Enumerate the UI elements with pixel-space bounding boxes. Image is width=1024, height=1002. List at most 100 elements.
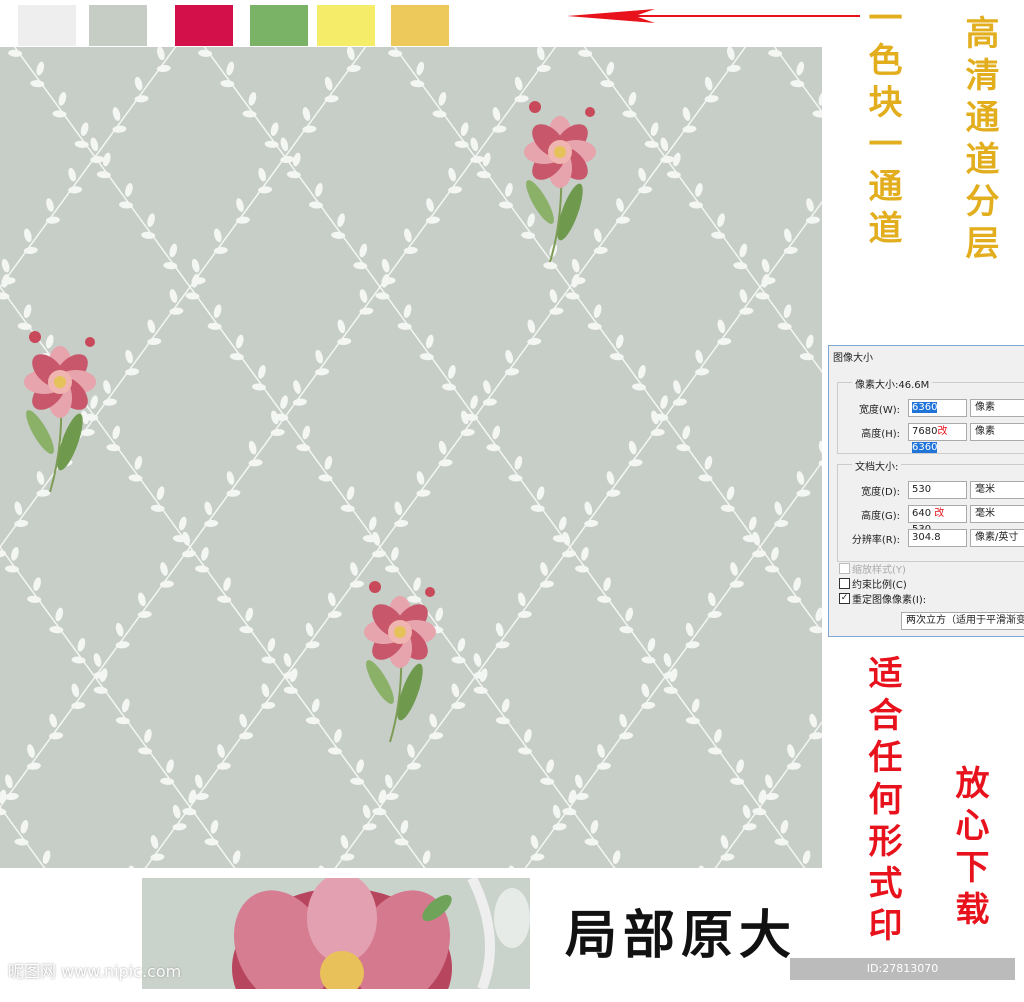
constrain-proportions-checkbox[interactable]: 约束比例(C) xyxy=(839,576,907,591)
leaf xyxy=(125,368,140,376)
leaf xyxy=(736,759,744,773)
leaf xyxy=(346,64,361,73)
leaf xyxy=(93,686,108,694)
leaf xyxy=(27,744,35,758)
leaf xyxy=(55,607,64,622)
leaf xyxy=(682,125,697,133)
flower-leaf xyxy=(526,180,554,224)
leaf xyxy=(359,289,368,303)
leaf xyxy=(606,489,621,497)
vine-line xyxy=(0,545,286,938)
leaf xyxy=(492,425,501,440)
leaf xyxy=(562,550,577,558)
leaf xyxy=(36,471,45,485)
leaf xyxy=(280,137,289,152)
leaf xyxy=(514,95,529,103)
leaf xyxy=(587,322,602,330)
stamen xyxy=(554,146,566,158)
resolution-input[interactable]: 304.8 xyxy=(908,529,967,547)
leaf xyxy=(593,228,602,243)
leaf xyxy=(726,486,735,500)
leaf xyxy=(593,304,602,318)
leaf xyxy=(286,171,301,179)
leaf xyxy=(166,759,174,773)
leaf xyxy=(45,216,60,224)
leaf xyxy=(726,64,741,73)
leaf xyxy=(194,774,203,789)
leaf xyxy=(612,850,621,864)
leaf xyxy=(619,732,634,740)
leaf xyxy=(280,155,295,164)
doc-height-unit-select[interactable]: 毫米 xyxy=(970,505,1024,523)
leaf xyxy=(229,353,244,361)
leaf xyxy=(530,835,539,849)
leaf xyxy=(685,622,694,637)
leaf xyxy=(410,80,425,88)
leaf xyxy=(752,550,767,558)
leaf xyxy=(416,61,425,76)
leaf xyxy=(207,322,222,330)
leaf xyxy=(644,140,659,148)
leaf xyxy=(239,732,254,740)
leaf xyxy=(23,304,32,318)
resolution-unit-select[interactable]: 像素/英寸 xyxy=(970,529,1024,547)
leaf xyxy=(486,444,501,452)
leaf xyxy=(574,774,583,789)
leaf xyxy=(799,353,814,361)
leaf xyxy=(508,865,517,880)
leaf xyxy=(49,713,58,728)
leaf xyxy=(448,365,456,379)
leaf xyxy=(292,398,307,406)
leaf xyxy=(689,201,703,209)
leaf xyxy=(793,577,801,591)
leaf xyxy=(27,595,42,603)
leaf xyxy=(473,686,488,694)
leaf xyxy=(311,698,320,713)
resample-checkbox[interactable]: ✓ 重定图像像素(I): xyxy=(839,591,926,606)
height-input[interactable]: 7680改6360 xyxy=(908,423,967,453)
download-vertical-label: 放心下载 xyxy=(949,765,989,933)
height-unit-select[interactable]: 像素 xyxy=(970,423,1024,441)
leaf xyxy=(584,501,593,516)
arrow-left-icon xyxy=(567,9,860,23)
doc-height-input[interactable]: 640 改 530 xyxy=(908,505,967,535)
leaf xyxy=(739,307,754,315)
leaf xyxy=(768,49,783,57)
leaf xyxy=(115,717,130,725)
leaf xyxy=(685,717,700,725)
detail-crop xyxy=(142,878,530,989)
leaf xyxy=(663,653,672,667)
leaf xyxy=(495,641,510,649)
scale-styles-checkbox[interactable]: 缩放样式(Y) xyxy=(839,561,906,576)
doc-width-input[interactable]: 530 xyxy=(908,481,967,499)
leaf xyxy=(571,258,580,273)
bud xyxy=(85,337,95,347)
leaf xyxy=(36,489,51,497)
leaf xyxy=(501,698,510,713)
leaf xyxy=(400,820,409,834)
leaf xyxy=(682,107,691,121)
leaf xyxy=(220,80,235,88)
leaf xyxy=(302,425,311,440)
width-input[interactable]: 6360 xyxy=(908,399,967,417)
leaf xyxy=(258,365,266,379)
leaf xyxy=(216,762,231,770)
leaf xyxy=(647,638,656,652)
leaf xyxy=(796,61,805,76)
leaf xyxy=(17,322,32,330)
leaf xyxy=(726,46,735,61)
leaf xyxy=(470,395,478,409)
leaf xyxy=(597,595,612,603)
doc-width-unit-select[interactable]: 毫米 xyxy=(970,481,1024,499)
leaf xyxy=(106,444,121,452)
leaf xyxy=(71,683,80,698)
leaf xyxy=(429,732,444,740)
leaf xyxy=(600,80,615,88)
leaf xyxy=(707,592,716,607)
leaf xyxy=(217,595,232,603)
leaf xyxy=(771,547,779,561)
leaf xyxy=(248,459,263,467)
width-unit-select[interactable]: 像素 xyxy=(970,399,1024,417)
leaf xyxy=(121,698,130,713)
resample-method-select[interactable]: 两次立方（适用于平滑渐变 xyxy=(901,612,1024,630)
